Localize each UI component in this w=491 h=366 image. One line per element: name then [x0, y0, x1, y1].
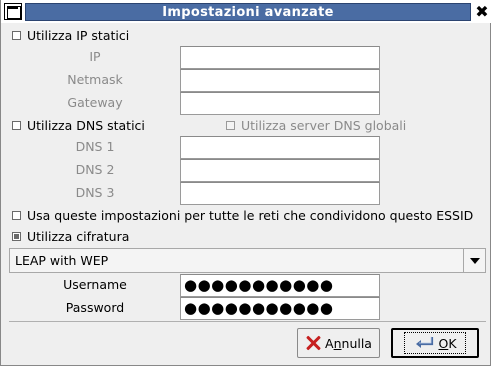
cancel-button[interactable]: Annulla: [297, 328, 380, 358]
dns1-input[interactable]: [180, 136, 380, 159]
gateway-label: Gateway: [67, 95, 123, 110]
username-input[interactable]: ●●●●●●●●●●●: [180, 274, 380, 297]
advanced-settings-dialog: Impostazioni avanzate ✖ Utilizza IP stat…: [0, 0, 491, 366]
essid-settings-checkbox[interactable]: Usa queste impostazioni per tutte le ret…: [12, 206, 473, 224]
global-dns-checkbox[interactable]: Utilizza server DNS globali: [226, 116, 406, 134]
global-dns-label: Utilizza server DNS globali: [241, 117, 407, 133]
gateway-input[interactable]: [180, 92, 380, 115]
static-ip-label: Utilizza IP statici: [27, 27, 130, 43]
ok-arrow-icon: [416, 336, 434, 348]
chevron-down-icon[interactable]: [463, 249, 485, 272]
encryption-type-select[interactable]: LEAP with WEP: [9, 248, 486, 273]
dns2-input[interactable]: [180, 159, 380, 182]
separator: [9, 321, 486, 322]
password-input[interactable]: ●●●●●●●●●●●: [180, 297, 380, 320]
static-dns-checkbox-box[interactable]: [12, 120, 21, 130]
close-icon[interactable]: ✖: [473, 2, 491, 22]
dns2-label: DNS 2: [75, 162, 115, 177]
static-ip-checkbox-box[interactable]: [12, 30, 21, 40]
static-dns-label: Utilizza DNS statici: [27, 117, 145, 133]
window-title: Impostazioni avanzate: [25, 3, 471, 21]
dns1-label: DNS 1: [75, 139, 115, 154]
global-dns-checkbox-box[interactable]: [226, 120, 235, 130]
window-menu-icon[interactable]: [4, 3, 22, 20]
static-ip-checkbox[interactable]: Utilizza IP statici: [12, 26, 129, 44]
password-label: Password: [65, 300, 125, 315]
essid-settings-checkbox-box[interactable]: [12, 210, 21, 220]
encryption-label: Utilizza cifratura: [27, 228, 130, 244]
title-bar: Impostazioni avanzate ✖: [1, 0, 491, 23]
essid-settings-label: Usa queste impostazioni per tutte le ret…: [27, 207, 474, 223]
netmask-input[interactable]: [180, 69, 380, 92]
dns3-input[interactable]: [180, 182, 380, 205]
ok-label: OK: [438, 335, 457, 351]
username-label: Username: [63, 277, 127, 292]
static-dns-checkbox[interactable]: Utilizza DNS statici: [12, 116, 145, 134]
cancel-icon: [305, 335, 321, 351]
ip-input[interactable]: [180, 46, 380, 69]
encryption-type-value: LEAP with WEP: [15, 253, 109, 268]
cancel-label: Annulla: [325, 335, 372, 351]
ip-label: IP: [89, 49, 101, 64]
encryption-checkbox[interactable]: Utilizza cifratura: [12, 227, 129, 245]
encryption-checkbox-box[interactable]: [12, 231, 21, 241]
dns3-label: DNS 3: [75, 185, 115, 200]
netmask-label: Netmask: [67, 72, 123, 87]
ok-button[interactable]: OK: [391, 328, 479, 358]
